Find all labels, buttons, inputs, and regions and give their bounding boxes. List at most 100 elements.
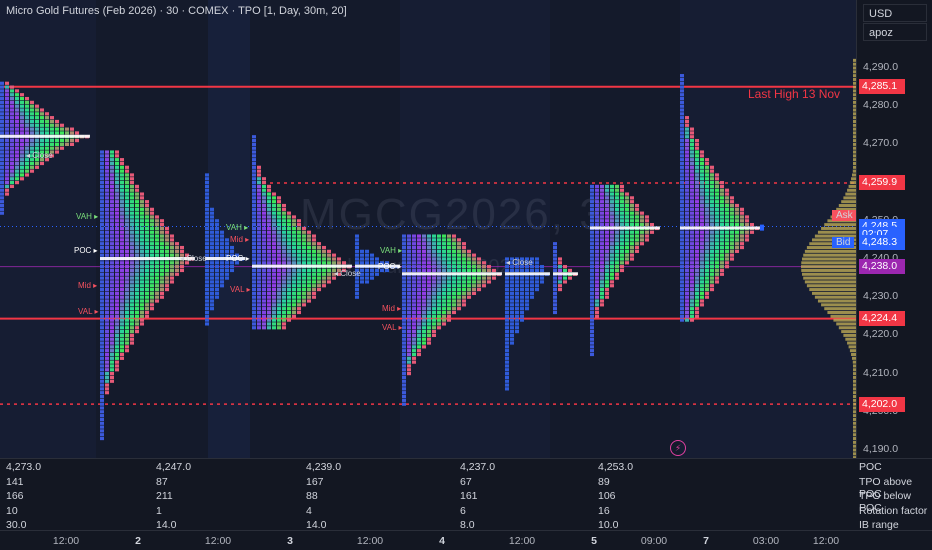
tpo-cell	[402, 257, 406, 261]
tpo-cell	[452, 242, 456, 246]
tpo-cell	[447, 314, 451, 318]
tpo-cell	[457, 287, 461, 292]
tpo-cell	[140, 215, 144, 219]
tpo-cell	[0, 169, 4, 173]
user-label[interactable]: apoz	[863, 23, 927, 41]
chart-area[interactable]: MGCG2026, 30 Micro Gold Futures (Feb 202…	[0, 0, 856, 458]
tpo-cell	[695, 200, 699, 204]
tpo-cell	[407, 314, 411, 318]
tpo-cell	[135, 310, 139, 315]
tpo-cell	[302, 257, 306, 261]
tpo-cell	[640, 230, 644, 234]
tpo-cell	[685, 196, 689, 200]
tpo-cell	[620, 230, 624, 234]
tpo-cell	[590, 238, 594, 242]
tpo-cell	[110, 169, 114, 173]
tpo-cell	[467, 280, 471, 284]
lightning-icon[interactable]: ⚡	[670, 440, 686, 456]
tpo-cell	[100, 310, 104, 315]
tpo-cell	[165, 280, 169, 284]
tpo-cell	[530, 280, 534, 284]
tpo-cell	[462, 268, 466, 273]
tpo-cell	[462, 253, 466, 257]
tpo-cell	[215, 291, 219, 295]
currency-selector[interactable]: USD	[863, 4, 927, 22]
tpo-cell	[437, 322, 441, 326]
tpo-cell	[700, 223, 704, 227]
tpo-cell	[422, 287, 426, 292]
tpo-cell	[685, 177, 689, 181]
tpo-cell	[590, 211, 594, 215]
tpo-cell	[257, 165, 261, 169]
tpo-cell	[252, 314, 256, 318]
tpo-cell	[262, 272, 266, 276]
tpo-cell	[590, 314, 594, 318]
tpo-cell	[252, 268, 256, 273]
tpo-cell	[100, 272, 104, 276]
tpo-cell	[272, 211, 276, 215]
tpo-cell	[110, 272, 114, 276]
tpo-cell	[427, 341, 431, 345]
tpo-cell	[355, 257, 359, 261]
tpo-cell	[355, 238, 359, 242]
tpo-cell	[370, 276, 374, 280]
tpo-cell	[412, 234, 416, 238]
tpo-cell	[412, 245, 416, 250]
tpo-cell	[680, 253, 684, 257]
tpo-cell	[70, 142, 74, 146]
tpo-cell	[115, 326, 119, 330]
time-axis[interactable]: 12:00 2 12:00 3 12:00 4 12:00 5 09:00 7 03:00 12:00	[0, 530, 932, 550]
tpo-cell	[125, 177, 129, 181]
tpo-cell	[205, 280, 209, 284]
tpo-cell	[685, 169, 689, 173]
tpo-cell	[605, 295, 609, 299]
tpo-cell	[402, 329, 406, 334]
tpo-cell	[130, 329, 134, 334]
tpo-cell	[595, 238, 599, 242]
tpo-cell	[267, 215, 271, 219]
tpo-cell	[595, 314, 599, 318]
tpo-cell	[695, 184, 699, 189]
tpo-cell	[115, 368, 119, 372]
tpo-cell	[452, 284, 456, 288]
tpo-cell	[695, 173, 699, 177]
tpo-cell	[535, 268, 539, 273]
tpo-cell	[0, 127, 4, 131]
tpo-cell	[125, 192, 129, 196]
tpo-cell	[5, 116, 9, 120]
tpo-cell	[355, 261, 359, 265]
tpo-cell	[262, 299, 266, 303]
price-tick: 4,220.0	[863, 328, 899, 341]
tpo-cell	[680, 280, 684, 284]
tpo-cell	[267, 242, 271, 246]
tpo-cell	[125, 203, 129, 208]
tpo-cell	[312, 280, 316, 284]
tpo-cell	[110, 337, 114, 341]
tpo-cell	[715, 261, 719, 265]
tpo-cell	[110, 200, 114, 204]
tpo-cell	[417, 337, 421, 341]
tpo-cell	[25, 131, 29, 135]
tpo-cell	[210, 253, 214, 257]
tpo-cell	[558, 284, 562, 288]
tpo-cell	[327, 272, 331, 276]
tpo-cell	[110, 196, 114, 200]
tpo-cell	[10, 104, 14, 108]
tpo-cell	[505, 372, 509, 376]
tpo-cell	[210, 219, 214, 223]
volume-profile-bar	[801, 268, 856, 272]
tpo-cell	[645, 215, 649, 219]
tpo-cell	[600, 188, 604, 192]
tpo-cell	[705, 280, 709, 284]
tpo-cell	[563, 265, 567, 269]
tpo-cell	[125, 299, 129, 303]
tpo-cell	[645, 238, 649, 242]
tpo-cell	[272, 322, 276, 326]
price-axis[interactable]: USD apoz 4,290.04,280.04,270.04,250.04,2…	[856, 0, 932, 531]
tpo-cell	[407, 322, 411, 326]
tpo-cell	[595, 249, 599, 253]
tpo-cell	[427, 307, 431, 311]
tpo-cell	[100, 417, 104, 422]
tpo-cell	[267, 299, 271, 303]
tpo-cell	[100, 253, 104, 257]
